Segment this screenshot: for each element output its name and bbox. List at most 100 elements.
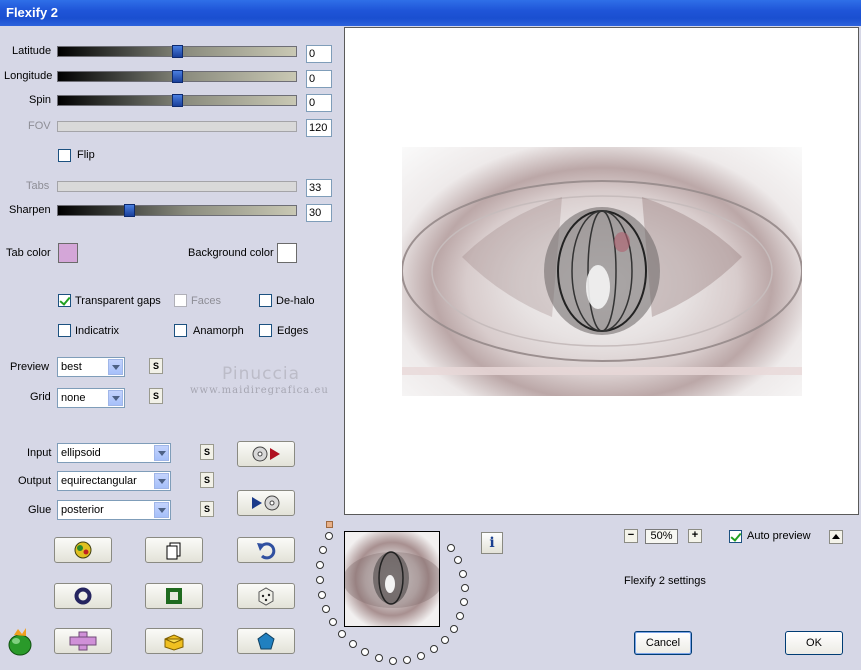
output-s-button[interactable]: S <box>200 472 214 488</box>
save-button[interactable] <box>237 490 295 516</box>
faces-label: Faces <box>191 295 221 307</box>
transparent-gaps-checkbox[interactable] <box>58 294 71 307</box>
latitude-slider[interactable] <box>57 45 297 58</box>
main-preview[interactable] <box>344 27 859 515</box>
spin-slider[interactable] <box>57 94 297 107</box>
window-title: Flexify 2 <box>6 5 59 20</box>
latitude-input[interactable]: 0 <box>306 45 332 63</box>
longitude-slider-thumb[interactable] <box>172 70 183 83</box>
ring-icon <box>74 587 92 605</box>
output-label: Output <box>18 475 52 487</box>
anamorph-checkbox[interactable] <box>174 324 187 337</box>
longitude-input[interactable]: 0 <box>306 70 332 88</box>
tabs-slider <box>57 181 297 192</box>
watermark-url: www.maidiregrafica.eu <box>190 385 329 396</box>
randomize-colors-button[interactable] <box>54 537 112 563</box>
sharpen-label: Sharpen <box>9 204 51 216</box>
auto-preview-label: Auto preview <box>747 530 811 542</box>
fov-label: FOV <box>28 120 51 132</box>
grid-s-button[interactable]: S <box>149 388 163 404</box>
glue-select-value: posterior <box>61 504 104 516</box>
cancel-button[interactable]: Cancel <box>634 631 692 655</box>
watermark-name: Pinuccia <box>222 364 300 384</box>
logo-icon <box>6 627 34 660</box>
copy-button[interactable] <box>145 537 203 563</box>
preview-select-value: best <box>61 361 82 373</box>
glue-s-button[interactable]: S <box>200 501 214 517</box>
input-select[interactable]: ellipsoid <box>57 443 171 463</box>
preview-select[interactable]: best <box>57 357 125 377</box>
tabs-input: 33 <box>306 179 332 197</box>
background-color-swatch[interactable] <box>277 243 297 263</box>
zoom-in-button[interactable]: + <box>688 529 702 543</box>
ok-button[interactable]: OK <box>785 631 843 655</box>
input-s-button[interactable]: S <box>200 444 214 460</box>
anamorph-label: Anamorph <box>193 325 244 337</box>
flip-checkbox[interactable] <box>58 149 71 162</box>
chevron-down-icon[interactable] <box>108 390 123 406</box>
collapse-button[interactable] <box>829 530 843 544</box>
spin-slider-thumb[interactable] <box>172 94 183 107</box>
transparent-gaps-label: Transparent gaps <box>75 295 161 307</box>
glue-select[interactable]: posterior <box>57 500 171 520</box>
palette-icon <box>74 541 92 559</box>
undo-icon <box>257 542 276 560</box>
longitude-label: Longitude <box>4 70 53 82</box>
disc-save-icon <box>252 495 280 511</box>
square-button[interactable] <box>145 583 203 609</box>
sharpen-slider[interactable] <box>57 204 297 217</box>
disc-load-icon <box>252 446 280 462</box>
de-halo-label: De-halo <box>276 295 315 307</box>
fov-input: 120 <box>306 119 332 137</box>
load-button[interactable] <box>237 441 295 467</box>
pentagon-icon <box>257 632 275 650</box>
chevron-down-icon[interactable] <box>108 359 123 375</box>
spin-label: Spin <box>29 94 52 106</box>
sharpen-slider-thumb[interactable] <box>124 204 136 217</box>
chevron-down-icon[interactable] <box>154 502 169 518</box>
square-icon <box>166 588 182 604</box>
latitude-label: Latitude <box>12 45 52 57</box>
input-select-value: ellipsoid <box>61 447 101 459</box>
title-bar: Flexify 2 <box>0 0 861 26</box>
output-select[interactable]: equirectangular <box>57 471 171 491</box>
cube-icon <box>164 634 184 651</box>
info-button[interactable]: i <box>481 532 503 554</box>
chevron-down-icon[interactable] <box>154 473 169 489</box>
fov-slider <box>57 121 297 132</box>
cube-button[interactable] <box>145 628 203 654</box>
status-text: Flexify 2 settings <box>624 575 706 587</box>
undo-button[interactable] <box>237 537 295 563</box>
sharpen-input[interactable]: 30 <box>306 204 332 222</box>
grid-select-value: none <box>61 392 86 404</box>
tab-color-label: Tab color <box>6 247 51 259</box>
navigator-handle[interactable] <box>326 521 333 528</box>
tab-color-swatch[interactable] <box>58 243 78 263</box>
background-color-label: Background color <box>188 247 274 259</box>
latitude-slider-thumb[interactable] <box>172 45 183 58</box>
longitude-slider[interactable] <box>57 70 297 83</box>
copy-icon <box>166 542 181 560</box>
navigator-thumbnail[interactable] <box>344 531 440 627</box>
edges-label: Edges <box>277 325 309 337</box>
cross-button[interactable] <box>54 628 112 654</box>
auto-preview-checkbox[interactable] <box>729 530 742 543</box>
ring-button[interactable] <box>54 583 112 609</box>
chevron-down-icon[interactable] <box>154 445 169 461</box>
grid-select[interactable]: none <box>57 388 125 408</box>
de-halo-checkbox[interactable] <box>259 294 272 307</box>
cross-icon <box>69 631 97 651</box>
dice-icon <box>258 587 274 606</box>
glue-label: Glue <box>28 504 52 516</box>
indicatrix-checkbox[interactable] <box>58 324 71 337</box>
zoom-level: 50% <box>645 529 678 544</box>
flip-label: Flip <box>77 149 95 161</box>
preview-s-button[interactable]: S <box>149 358 163 374</box>
output-select-value: equirectangular <box>61 475 137 487</box>
edges-checkbox[interactable] <box>259 324 272 337</box>
zoom-out-button[interactable]: − <box>624 529 638 543</box>
random-button[interactable] <box>237 583 295 609</box>
spin-input[interactable]: 0 <box>306 94 332 112</box>
preview-image <box>402 147 802 396</box>
pentagon-button[interactable] <box>237 628 295 654</box>
